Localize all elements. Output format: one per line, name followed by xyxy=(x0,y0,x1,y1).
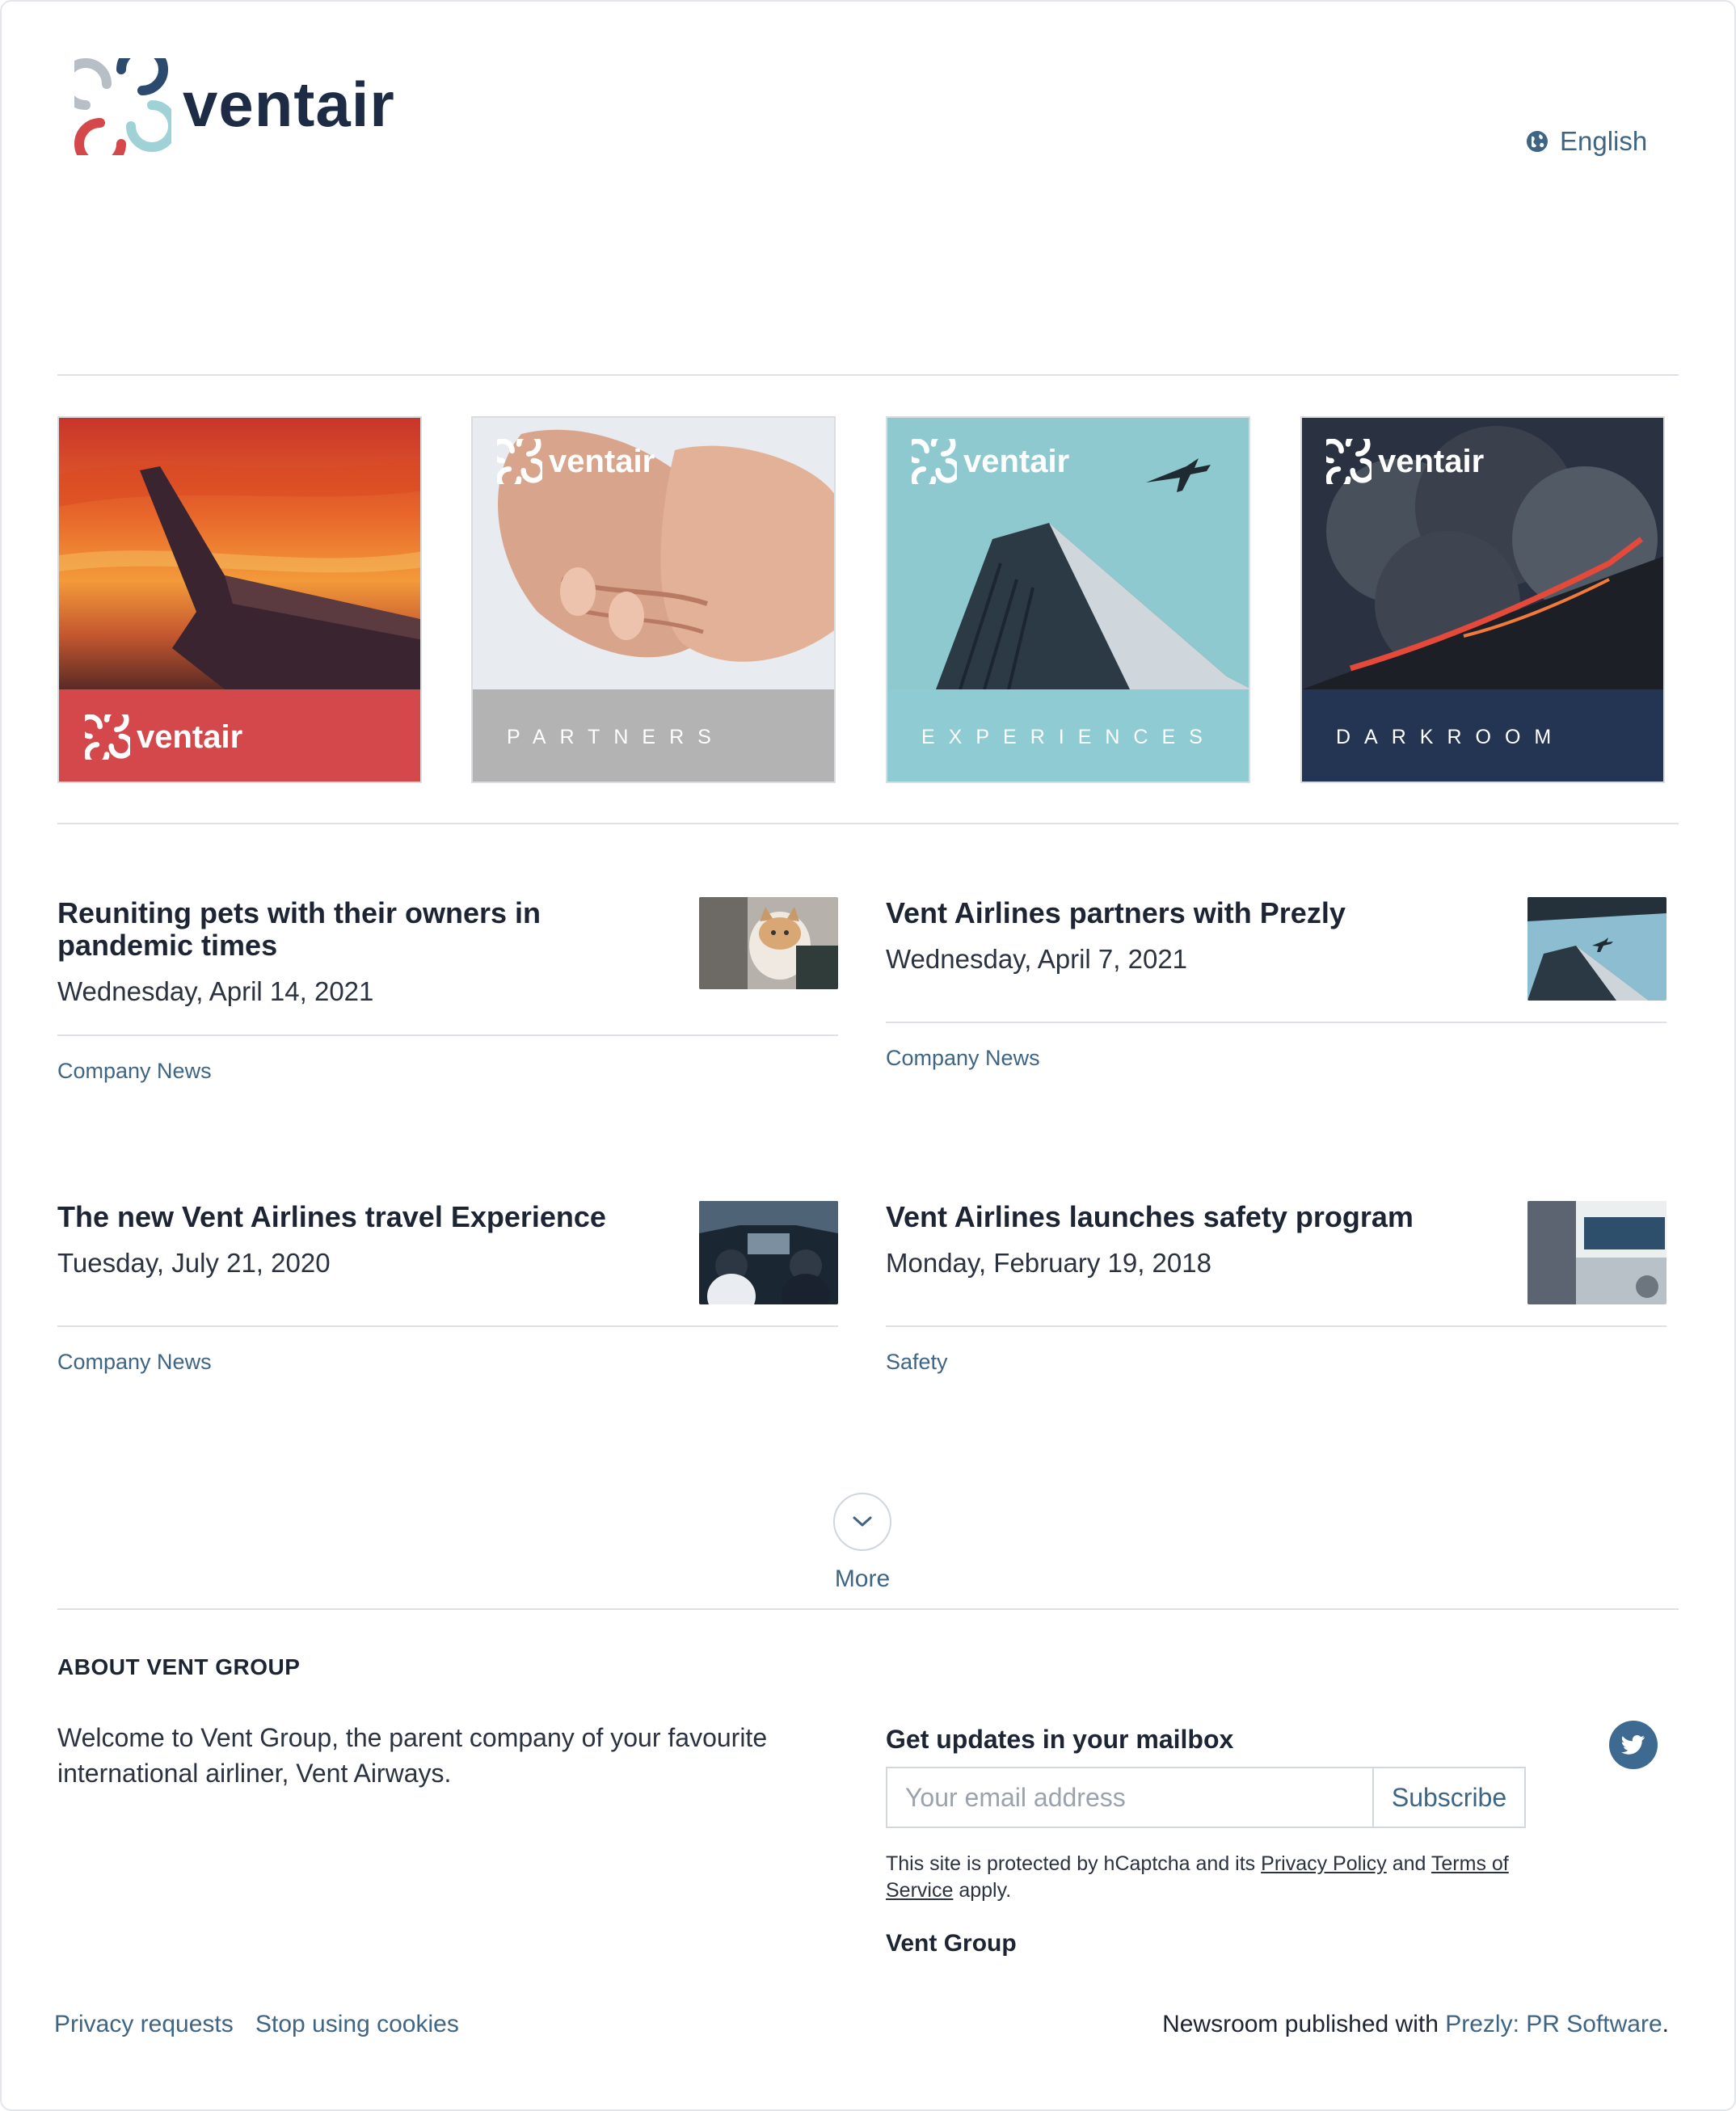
captcha-and: and xyxy=(1392,1852,1426,1875)
news-divider xyxy=(886,1325,1666,1327)
ventair-logo-icon xyxy=(1326,439,1372,484)
tile-label: DARKROOM xyxy=(1336,725,1565,748)
subscribe-heading: Get updates in your mailbox xyxy=(886,1725,1234,1754)
news-item[interactable]: Vent Airlines partners with Prezly Wedne… xyxy=(886,897,1666,1091)
brand-wordmark: ventair xyxy=(183,68,395,140)
ventair-logo-icon xyxy=(85,714,130,760)
news-category[interactable]: Company News xyxy=(57,1059,212,1084)
tile-overlay-brand: ventair xyxy=(1326,439,1484,484)
news-thumbnail-building[interactable] xyxy=(1527,897,1666,1001)
tile-overlay-brand: ventair xyxy=(912,439,1069,484)
tile-band: PARTNERS xyxy=(473,689,834,782)
ventair-logo-icon xyxy=(497,439,542,484)
news-title[interactable]: Vent Airlines partners with Prezly xyxy=(886,897,1500,929)
published-prefix: Newsroom published with xyxy=(1162,2011,1439,2037)
captcha-prefix: This site is protected by hCaptcha and i… xyxy=(886,1852,1256,1875)
footer-divider xyxy=(57,1608,1679,1610)
news-thumbnail-cockpit[interactable] xyxy=(699,1201,838,1304)
tile-brand: ventair xyxy=(85,714,242,760)
more-label[interactable]: More xyxy=(808,1565,916,1593)
globe-icon xyxy=(1527,131,1548,152)
tile-label: ventair xyxy=(137,718,243,755)
published-with: Newsroom published with Prezly: PR Softw… xyxy=(1162,2011,1669,2038)
subscribe-button[interactable]: Subscribe xyxy=(1372,1768,1524,1827)
tile-overlay-word: ventair xyxy=(1378,443,1485,479)
captcha-notice: This site is protected by hCaptcha and i… xyxy=(886,1851,1548,1904)
news-thumbnail-cat[interactable] xyxy=(699,897,838,989)
twitter-icon xyxy=(1621,1735,1645,1755)
privacy-policy-link[interactable]: Privacy Policy xyxy=(1261,1852,1387,1875)
tile-ventair[interactable]: ventair xyxy=(57,416,422,783)
tile-band: ventair xyxy=(59,689,420,782)
news-item[interactable]: Reuniting pets with their owners in pand… xyxy=(57,897,838,1091)
tile-partners[interactable]: ventair PARTNERS xyxy=(471,416,836,783)
privacy-requests-link[interactable]: Privacy requests xyxy=(54,2011,234,2038)
news-item[interactable]: Vent Airlines launches safety program Mo… xyxy=(886,1201,1666,1379)
header-divider xyxy=(57,374,1679,376)
tile-darkroom[interactable]: ventair DARKROOM xyxy=(1300,416,1665,783)
tile-overlay-brand: ventair xyxy=(497,439,655,484)
tile-label: PARTNERS xyxy=(507,725,725,748)
language-label: English xyxy=(1560,126,1648,156)
chevron-down-icon xyxy=(853,1516,872,1527)
about-text: Welcome to Vent Group, the parent compan… xyxy=(57,1723,768,1788)
tile-label: EXPERIENCES xyxy=(921,725,1216,748)
tile-image-skyscraper: ventair xyxy=(887,418,1249,689)
news-divider xyxy=(57,1325,838,1327)
brand-logo[interactable]: ventair xyxy=(74,58,395,155)
tiles-divider xyxy=(57,823,1679,824)
tile-image-handshake: ventair xyxy=(473,418,834,689)
email-input[interactable] xyxy=(887,1768,1372,1827)
news-item[interactable]: The new Vent Airlines travel Experience … xyxy=(57,1201,838,1379)
tile-overlay-word: ventair xyxy=(963,443,1070,479)
language-selector[interactable]: English xyxy=(1526,126,1647,157)
tile-band: DARKROOM xyxy=(1302,689,1663,782)
tile-band: EXPERIENCES xyxy=(887,689,1249,782)
news-title[interactable]: The new Vent Airlines travel Experience xyxy=(57,1201,672,1233)
news-category[interactable]: Company News xyxy=(57,1350,212,1375)
company-name: Vent Group xyxy=(886,1930,1017,1957)
news-category[interactable]: Company News xyxy=(886,1046,1040,1071)
tile-experiences[interactable]: ventair EXPERIENCES xyxy=(886,416,1250,783)
news-divider xyxy=(886,1022,1666,1023)
news-divider xyxy=(57,1034,838,1036)
about-heading: ABOUT VENT GROUP xyxy=(57,1654,301,1679)
subscribe-form: Subscribe xyxy=(886,1767,1526,1828)
ventair-logo-icon xyxy=(912,439,957,484)
tile-image-volcano: ventair xyxy=(1302,418,1663,689)
news-title[interactable]: Vent Airlines launches safety program xyxy=(886,1201,1500,1233)
tile-overlay-word: ventair xyxy=(549,443,655,479)
tile-image-sunset-wing xyxy=(59,418,420,689)
stop-cookies-link[interactable]: Stop using cookies xyxy=(255,2011,459,2038)
more-button[interactable] xyxy=(833,1493,891,1551)
news-category[interactable]: Safety xyxy=(886,1350,948,1375)
twitter-button[interactable] xyxy=(1609,1721,1658,1769)
published-suffix: . xyxy=(1662,2011,1669,2037)
prezly-link[interactable]: Prezly: PR Software xyxy=(1445,2011,1662,2037)
news-thumbnail-safety[interactable] xyxy=(1527,1201,1666,1304)
captcha-apply: apply. xyxy=(959,1879,1012,1902)
ventair-logo-icon xyxy=(74,58,171,155)
news-title[interactable]: Reuniting pets with their owners in pand… xyxy=(57,897,672,962)
